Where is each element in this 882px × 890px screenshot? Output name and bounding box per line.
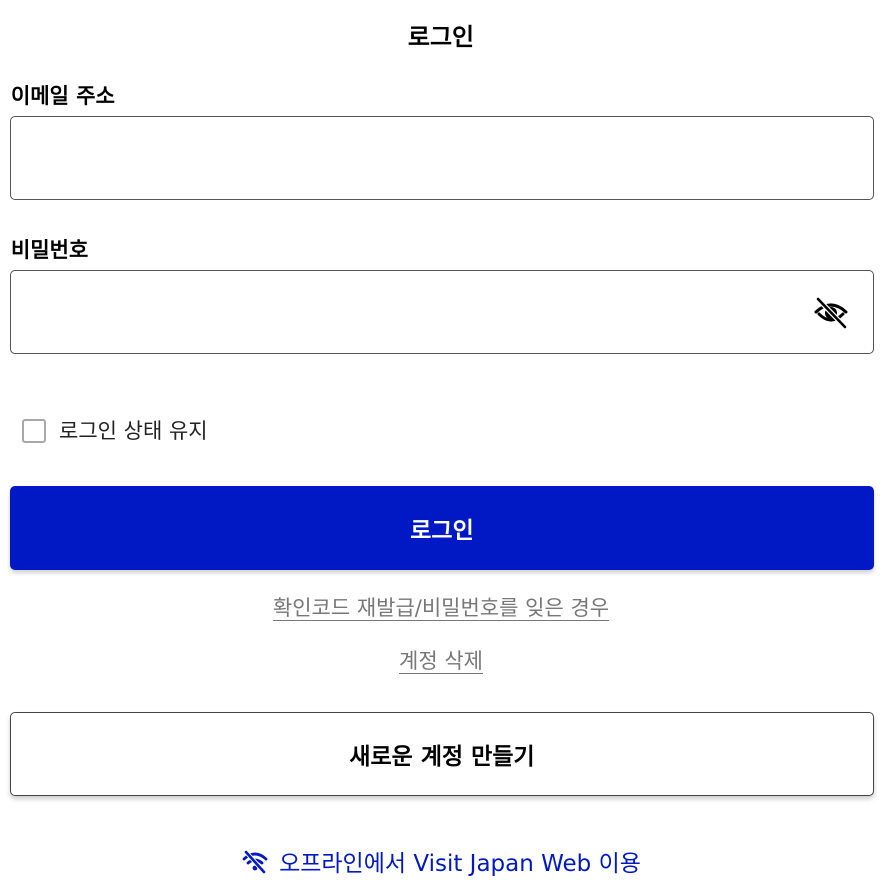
delete-link-row: 계정 삭제 — [0, 646, 882, 676]
email-field-container[interactable] — [10, 116, 874, 200]
delete-account-link[interactable]: 계정 삭제 — [399, 649, 483, 673]
reissue-link-row: 확인코드 재발급/비밀번호를 잊은 경우 — [0, 593, 882, 623]
remember-me-checkbox[interactable] — [22, 419, 46, 443]
page-title: 로그인 — [407, 23, 475, 51]
create-account-button[interactable]: 새로운 계정 만들기 — [10, 712, 874, 796]
eye-slash-icon — [814, 296, 848, 330]
password-label: 비밀번호 — [11, 238, 89, 262]
login-button[interactable]: 로그인 — [10, 486, 874, 570]
wifi-off-icon — [242, 849, 268, 875]
remember-me-label: 로그인 상태 유지 — [59, 419, 208, 443]
password-visibility-toggle[interactable] — [813, 296, 849, 330]
email-label: 이메일 주소 — [11, 84, 115, 108]
reissue-code-link[interactable]: 확인코드 재발급/비밀번호를 잊은 경우 — [273, 596, 609, 620]
remember-me[interactable]: 로그인 상태 유지 — [22, 416, 208, 446]
password-field[interactable] — [11, 271, 873, 353]
email-field[interactable] — [11, 117, 873, 199]
password-field-container[interactable] — [10, 270, 874, 354]
offline-mode-link[interactable]: 오프라인에서 Visit Japan Web 이용 — [0, 845, 882, 877]
offline-mode-label: 오프라인에서 Visit Japan Web 이용 — [279, 851, 641, 877]
